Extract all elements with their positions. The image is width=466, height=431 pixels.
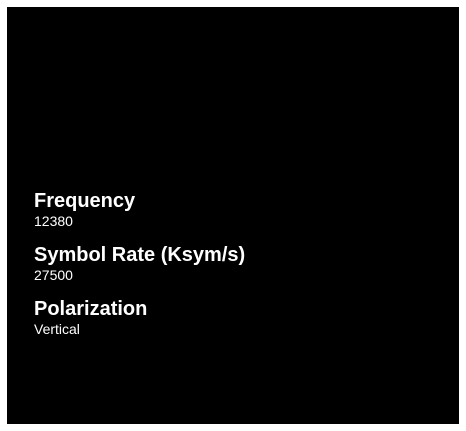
frequency-label: Frequency — [34, 190, 136, 212]
polarization-value: Vertical — [34, 321, 80, 337]
frequency-item: Frequency 12380 — [34, 190, 245, 229]
frequency-value: 12380 — [34, 213, 73, 229]
symbol-rate-item: Symbol Rate (Ksym/s) 27500 — [34, 244, 245, 283]
symbol-rate-value: 27500 — [34, 267, 73, 283]
polarization-item: Polarization Vertical — [34, 298, 245, 337]
tv-screen: Frequency 12380 Symbol Rate (Ksym/s) 275… — [7, 7, 459, 424]
polarization-label: Polarization — [34, 298, 148, 320]
channel-parameters-list: Frequency 12380 Symbol Rate (Ksym/s) 275… — [34, 190, 245, 352]
symbol-rate-label: Symbol Rate (Ksym/s) — [34, 244, 246, 266]
